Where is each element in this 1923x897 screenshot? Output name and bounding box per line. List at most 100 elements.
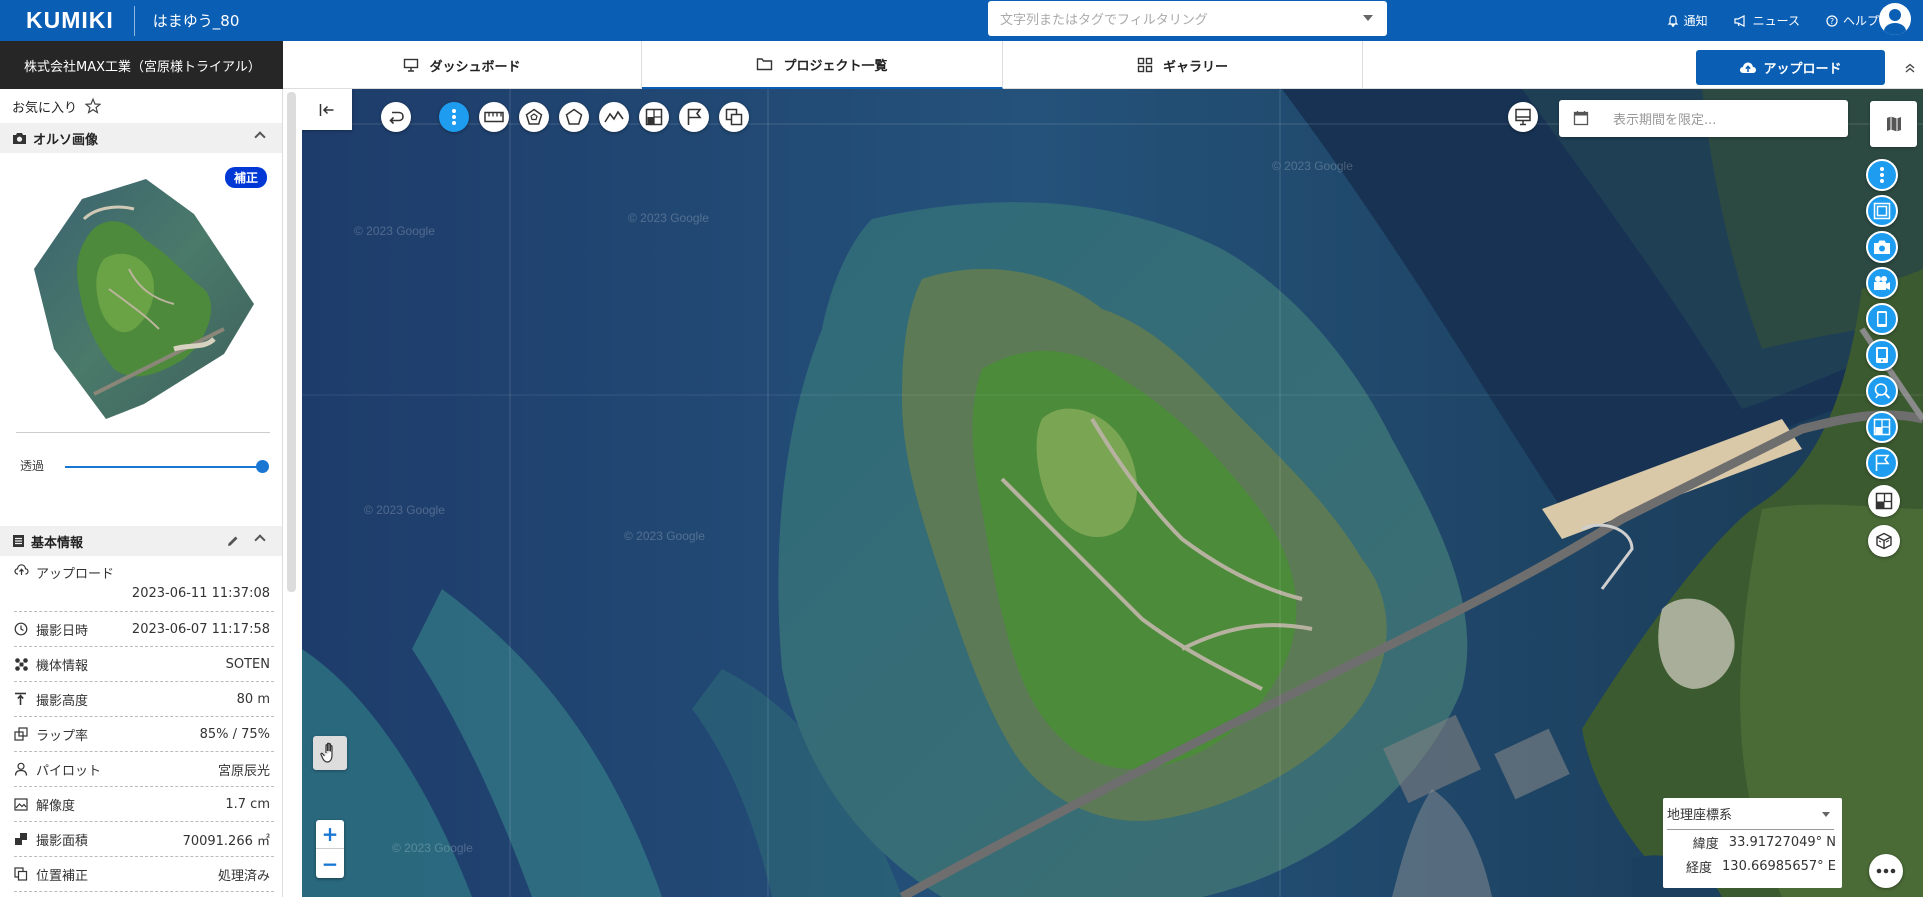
- mobile-layer-button[interactable]: [1866, 303, 1898, 335]
- tab-projects[interactable]: プロジェクト一覧: [642, 41, 1003, 89]
- 3d-model-button[interactable]: [1868, 525, 1900, 557]
- camera-icon: [1874, 240, 1890, 254]
- coordinate-panel: 地理座標系 緯度 33.91727049° N 経度 130.66985657°…: [1663, 798, 1842, 888]
- copy-icon: [14, 867, 30, 881]
- info-value: 80 m: [236, 691, 270, 707]
- left-sidebar: お気に入り オルソ画像 補正 透過 基本情報 アップロード 2023-06-11…: [0, 89, 283, 897]
- rail-more-button[interactable]: [1866, 159, 1898, 191]
- ortho-title: オルソ画像: [33, 132, 99, 148]
- map-type-button[interactable]: [1870, 101, 1917, 147]
- map-view[interactable]: © 2023 Google © 2023 Google © 2023 Googl…: [302, 89, 1923, 897]
- upload-button[interactable]: アップロード: [1696, 50, 1885, 85]
- undo-button[interactable]: [381, 102, 411, 132]
- basic-info-title: 基本情報: [31, 535, 84, 551]
- chevron-up-icon[interactable]: [254, 131, 266, 143]
- chevron-down-icon[interactable]: [1363, 15, 1373, 21]
- info-label: パイロット: [36, 763, 102, 779]
- opacity-slider-track[interactable]: [65, 466, 262, 468]
- collapse-header-icon[interactable]: [1905, 63, 1915, 76]
- hand-icon: [320, 742, 333, 763]
- measure-distance-button[interactable]: [479, 102, 509, 132]
- compare-button[interactable]: [639, 102, 669, 132]
- top-links: 通知 ニュース ? ヘルプ: [1667, 0, 1879, 41]
- pencil-icon[interactable]: [226, 534, 240, 548]
- help-link[interactable]: ? ヘルプ: [1826, 12, 1879, 29]
- measure-volume-button[interactable]: [519, 102, 549, 132]
- sidebar-scrollbar[interactable]: [287, 92, 296, 592]
- notify-link[interactable]: 通知: [1667, 12, 1708, 29]
- latitude-label: 緯度: [1692, 836, 1719, 852]
- tab-dashboard[interactable]: ダッシュボード: [283, 41, 642, 89]
- chevron-down-icon: [1822, 812, 1830, 817]
- clock-icon: [14, 622, 30, 636]
- info-value: 処理済み: [217, 868, 270, 884]
- grid-icon: [1137, 57, 1153, 73]
- pentagon-icon: [565, 108, 583, 125]
- map-watermark: © 2023 Google: [628, 211, 709, 225]
- tab-gallery[interactable]: ギャラリー: [1003, 41, 1363, 89]
- video-layer-button[interactable]: [1866, 267, 1898, 299]
- star-icon[interactable]: [85, 98, 102, 114]
- logo[interactable]: KUMIKI: [26, 7, 114, 34]
- tablet-layer-button[interactable]: [1866, 339, 1898, 371]
- basic-info-section-header[interactable]: 基本情報: [0, 526, 282, 556]
- layers-button[interactable]: [719, 102, 749, 132]
- satellite-map: [302, 89, 1923, 897]
- info-label: 撮影高度: [36, 693, 89, 709]
- compare-layer-button[interactable]: [1866, 411, 1898, 443]
- display-mode-button[interactable]: [1508, 102, 1538, 132]
- avatar[interactable]: [1879, 3, 1911, 35]
- inspection-layer-button[interactable]: [1866, 375, 1898, 407]
- sub-bar: 株式会社MAX工業（宮原様トライアル） ダッシュボード プロジェクト一覧 ギャラ…: [0, 41, 1923, 89]
- search-person-icon: [1874, 383, 1891, 399]
- date-range-input[interactable]: 表示期間を限定...: [1559, 100, 1848, 137]
- ortho-layer-button[interactable]: [1866, 195, 1898, 227]
- photo-layer-button[interactable]: [1866, 231, 1898, 263]
- project-name: はまゆう_80: [152, 12, 240, 30]
- ortho-preview: 補正: [0, 153, 282, 432]
- ortho-section-header[interactable]: オルソ画像: [0, 123, 282, 153]
- news-link[interactable]: ニュース: [1733, 12, 1800, 29]
- megaphone-icon: [1733, 14, 1745, 27]
- flag-button[interactable]: [679, 102, 709, 132]
- news-label: ニュース: [1752, 14, 1800, 28]
- company-name[interactable]: 株式会社MAX工業（宮原様トライアル）: [0, 41, 283, 89]
- pan-tool-button[interactable]: [313, 736, 347, 770]
- split-view-button[interactable]: [1868, 485, 1900, 517]
- tab-dashboard-label: ダッシュボード: [429, 59, 521, 75]
- person-icon: [14, 762, 30, 776]
- latitude-row: 緯度 33.91727049° N: [1663, 830, 1842, 854]
- ortho-thumbnail[interactable]: [34, 179, 259, 419]
- layers-copy-icon: [725, 108, 743, 126]
- chevron-up-icon[interactable]: [254, 534, 266, 546]
- more-options-button[interactable]: [1869, 854, 1903, 888]
- map-watermark: © 2023 Google: [364, 503, 445, 517]
- elevation-profile-button[interactable]: [599, 102, 629, 132]
- opacity-label: 透過: [20, 459, 45, 473]
- opacity-slider-handle[interactable]: [256, 460, 269, 473]
- measure-area-button[interactable]: [559, 102, 589, 132]
- tablet-icon: [1876, 347, 1888, 363]
- zoom-in-button[interactable]: +: [316, 820, 344, 849]
- longitude-label: 経度: [1686, 860, 1713, 876]
- logo-divider: [133, 5, 135, 36]
- info-row-overlap: ラップ率 85% / 75%: [14, 717, 274, 752]
- flag-icon: [1875, 454, 1890, 471]
- filter-input[interactable]: 文字列またはタグでフィルタリング: [988, 1, 1387, 36]
- more-vertical-icon: [1880, 167, 1884, 183]
- favorites-row[interactable]: お気に入り: [0, 89, 282, 123]
- more-vertical-button[interactable]: [439, 102, 469, 132]
- map-watermark: © 2023 Google: [392, 841, 473, 855]
- help-label: ヘルプ: [1842, 14, 1879, 28]
- cloud-upload-icon: [14, 563, 30, 576]
- flag-layer-button[interactable]: [1866, 447, 1898, 479]
- info-row-position-correction: 位置補正 処理済み: [14, 857, 274, 892]
- map-watermark: © 2023 Google: [354, 224, 435, 238]
- zoom-out-button[interactable]: −: [316, 849, 344, 878]
- upload-label: アップロード: [1763, 62, 1842, 77]
- cube-icon: [1876, 532, 1892, 550]
- coordinate-system-select[interactable]: 地理座標系: [1667, 798, 1834, 830]
- cloud-upload-icon: [1740, 62, 1757, 73]
- info-row-aircraft: 機体情報 SOTEN: [14, 647, 274, 682]
- collapse-sidebar-button[interactable]: [302, 89, 352, 130]
